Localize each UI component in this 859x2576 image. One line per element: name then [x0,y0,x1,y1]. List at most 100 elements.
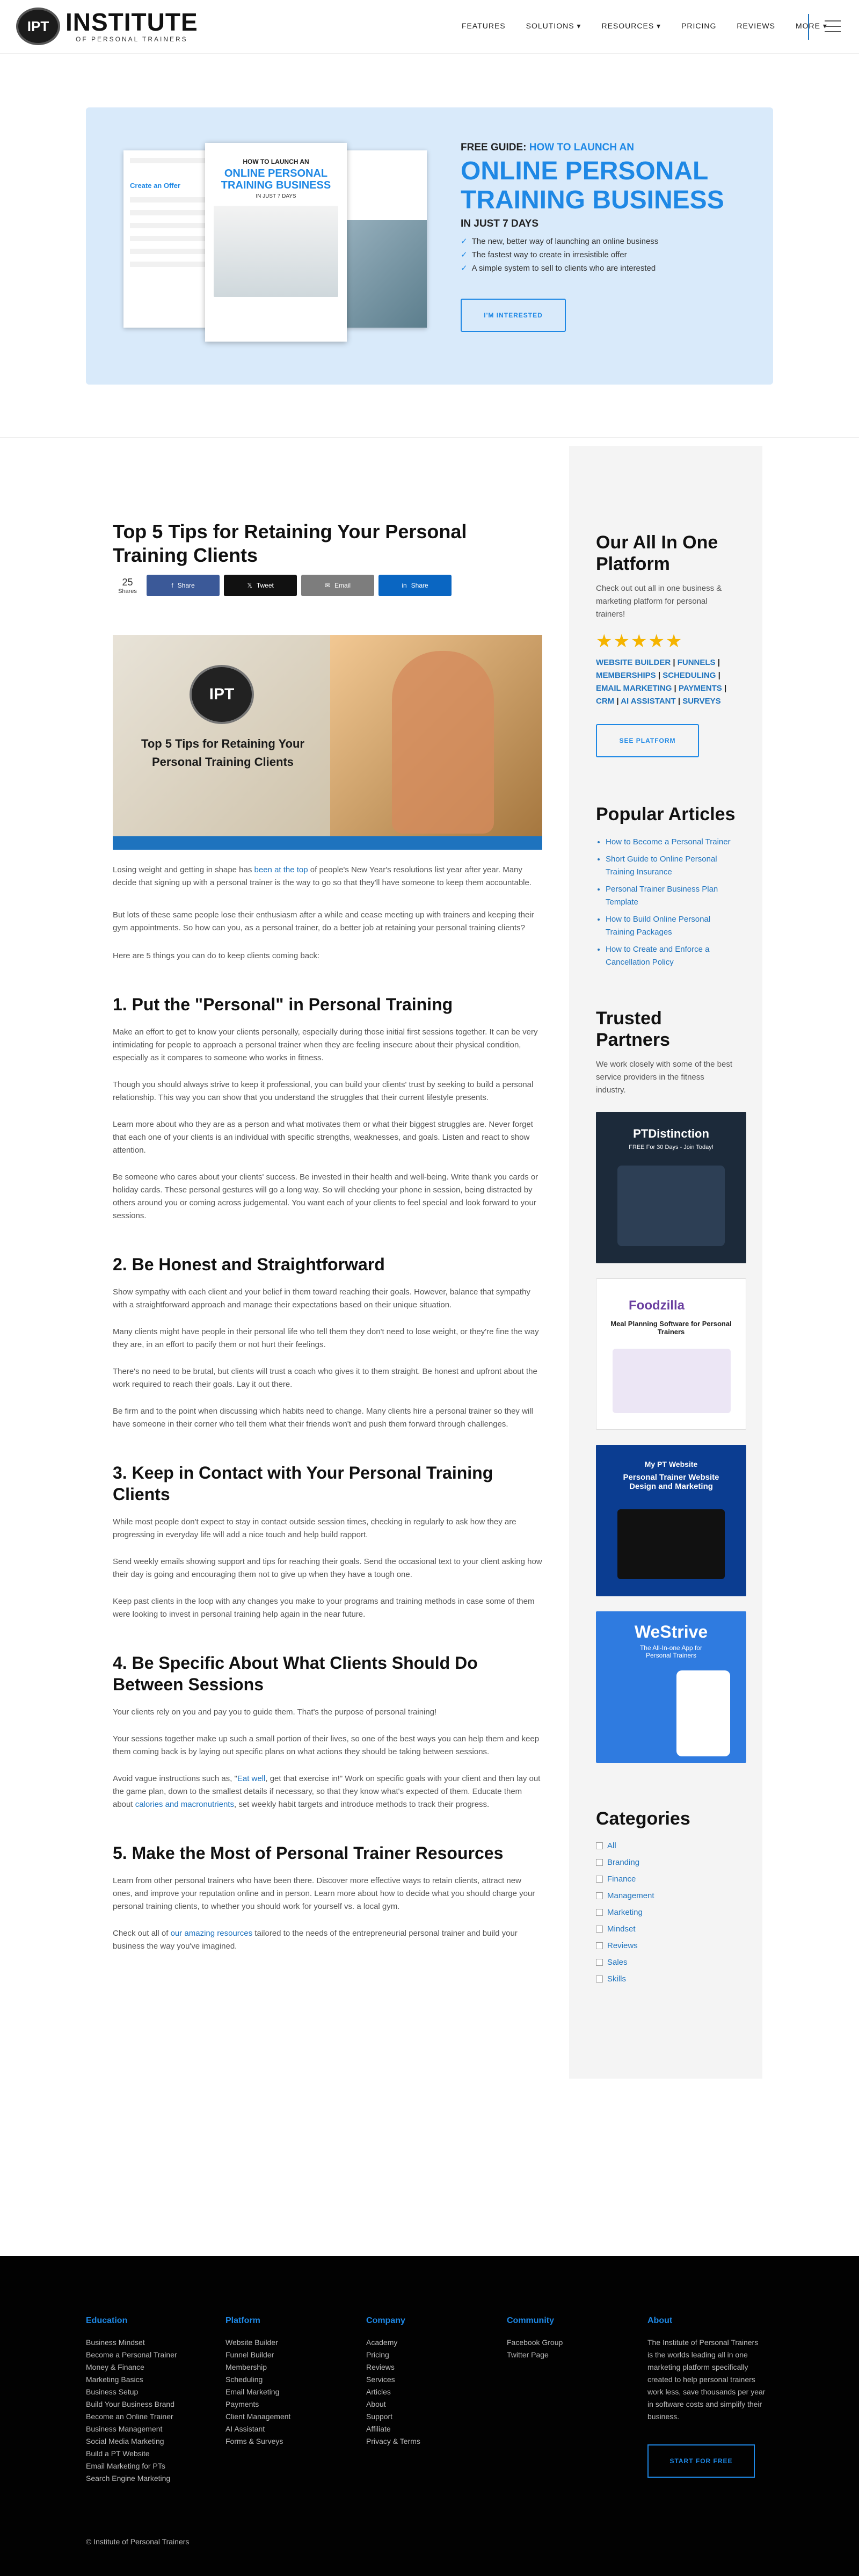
footer-link[interactable]: Become an Online Trainer [86,2411,193,2423]
my-pt-website-ad[interactable]: My PT Website Personal Trainer Website D… [596,1445,746,1596]
eat-well-link[interactable]: Eat well [237,1774,266,1783]
scheduling-link[interactable]: SCHEDULING [663,671,716,680]
footer-link[interactable]: About [366,2398,474,2411]
footer-link[interactable]: Marketing Basics [86,2374,193,2386]
section-heading: 5. Make the Most of Personal Trainer Res… [113,1843,504,1863]
ai-assistant-link[interactable]: AI ASSISTANT [621,697,676,706]
footer-link[interactable]: Website Builder [225,2336,333,2349]
app-screenshot [613,1349,731,1413]
mock-cover-image [214,206,338,297]
linkedin-icon: in [402,582,407,589]
nav-pricing[interactable]: PRICING [681,21,716,31]
footer-link[interactable]: Search Engine Marketing [86,2472,193,2485]
email-share-button[interactable]: ✉ Email [301,575,374,596]
nav-resources[interactable]: RESOURCES ▾ [601,21,661,31]
memberships-link[interactable]: MEMBERSHIPS [596,671,656,680]
ipt-logo-badge: IPT [190,665,254,724]
footer-link[interactable]: Build Your Business Brand [86,2398,193,2411]
crm-link[interactable]: CRM [596,697,614,706]
nav-more[interactable]: MORE ▾ [796,21,827,31]
category-all[interactable]: All [596,1841,736,1850]
category-mindset[interactable]: Mindset [596,1924,736,1934]
im-interested-button[interactable]: I'M INTERESTED [461,299,566,332]
popular-article-link[interactable]: Short Guide to Online Personal Training … [606,853,736,879]
foodzilla-ad[interactable]: Foodzilla Meal Planning Software for Per… [596,1278,746,1430]
start-for-free-button[interactable]: START FOR FREE [647,2444,755,2478]
been-at-top-link[interactable]: been at the top [254,865,308,874]
footer-link[interactable]: Email Marketing [225,2386,333,2398]
footer-link[interactable]: Business Setup [86,2386,193,2398]
footer-link[interactable]: Payments [225,2398,333,2411]
hero-bullet: ✓ A simple system to sell to clients who … [461,264,656,273]
section-paragraph: While most people don't expect to stay i… [113,1517,516,1539]
hero-kicker: FREE GUIDE: HOW TO LAUNCH AN [461,142,634,153]
footer-link[interactable]: Pricing [366,2349,474,2361]
surveys-link[interactable]: SURVEYS [682,697,720,706]
popular-article-link[interactable]: Personal Trainer Business Plan Template [606,883,736,909]
footer-platform-column: Platform Website Builder Funnel Builder Me… [225,2316,333,2448]
category-sales[interactable]: Sales [596,1958,736,1967]
category-skills[interactable]: Skills [596,1974,736,1984]
footer-link[interactable]: Funnel Builder [225,2349,333,2361]
section-paragraph: Show sympathy with each client and your … [113,1287,530,1309]
nav-reviews[interactable]: REVIEWS [737,21,775,31]
footer-link[interactable]: Services [366,2374,474,2386]
funnels-link[interactable]: FUNNELS [678,658,716,667]
westrive-ad[interactable]: WeStrive The All-In-one App for Personal… [596,1611,746,1763]
footer-link[interactable]: Articles [366,2386,474,2398]
popular-article-link[interactable]: How to Build Online Personal Training Pa… [606,913,736,939]
hamburger-menu-icon[interactable] [825,20,841,32]
section-heading: 3. Keep in Contact with Your Personal Tr… [113,1463,493,1504]
popular-articles-title: Popular Articles [596,804,736,824]
email-marketing-link[interactable]: EMAIL MARKETING [596,684,672,693]
category-marketing[interactable]: Marketing [596,1908,736,1917]
trusted-partners-text: We work closely with some of the best se… [596,1060,732,1095]
footer-link[interactable]: Build a PT Website [86,2448,193,2460]
hero-kicker-link[interactable]: HOW TO LAUNCH AN [529,142,634,153]
footer-link[interactable]: Affiliate [366,2423,474,2435]
footer-link[interactable]: Email Marketing for PTs [86,2460,193,2472]
linkedin-share-button[interactable]: in Share [378,575,452,596]
footer-link[interactable]: Twitter Page [507,2349,614,2361]
website-builder-link[interactable]: WEBSITE BUILDER [596,658,671,667]
free-guide-banner: Create an Offer HOW TO LAUNCH AN ONLINE … [86,107,773,385]
categories-title: Categories [596,1808,690,1829]
footer-link[interactable]: Client Management [225,2411,333,2423]
site-logo[interactable]: IPT INSTITUTE OF PERSONAL TRAINERS [16,8,198,45]
popular-articles-list: How to Become a Personal Trainer Short G… [596,836,736,969]
section-paragraph: Learn from other personal trainers who h… [113,1876,535,1911]
footer-link[interactable]: Business Management [86,2423,193,2435]
nav-features[interactable]: FEATURES [462,21,506,31]
twitter-tweet-button[interactable]: 𝕏 Tweet [224,575,297,596]
facebook-share-button[interactable]: f Share [147,575,220,596]
footer-link[interactable]: Scheduling [225,2374,333,2386]
footer-link[interactable]: AI Assistant [225,2423,333,2435]
hero-title: ONLINE PERSONAL TRAINING BUSINESS [461,157,724,214]
nav-solutions[interactable]: SOLUTIONS ▾ [526,21,581,31]
copyright: © Institute of Personal Trainers [86,2537,190,2546]
category-branding[interactable]: Branding [596,1858,736,1867]
footer-link[interactable]: Become a Personal Trainer [86,2349,193,2361]
footer-link[interactable]: Facebook Group [507,2336,614,2349]
payments-link[interactable]: PAYMENTS [679,684,722,693]
category-management[interactable]: Management [596,1891,736,1900]
see-platform-button[interactable]: SEE PLATFORM [596,724,699,757]
footer-link[interactable]: Social Media Marketing [86,2435,193,2448]
category-finance[interactable]: Finance [596,1875,736,1884]
footer-link[interactable]: Academy [366,2336,474,2349]
x-icon: 𝕏 [247,582,252,589]
footer-link[interactable]: Business Mindset [86,2336,193,2349]
footer-link[interactable]: Money & Finance [86,2361,193,2374]
section-paragraph: Keep past clients in the loop with any c… [113,1597,535,1619]
resources-link[interactable]: our amazing resources [171,1929,253,1938]
footer-link[interactable]: Forms & Surveys [225,2435,333,2448]
calories-macronutrients-link[interactable]: calories and macronutrients [135,1800,234,1809]
ptdistinction-ad[interactable]: PTDistinction FREE For 30 Days - Join To… [596,1112,746,1263]
footer-link[interactable]: Reviews [366,2361,474,2374]
popular-article-link[interactable]: How to Create and Enforce a Cancellation… [606,943,736,969]
category-reviews[interactable]: Reviews [596,1941,736,1950]
footer-link[interactable]: Privacy & Terms [366,2435,474,2448]
popular-article-link[interactable]: How to Become a Personal Trainer [606,836,736,849]
footer-link[interactable]: Membership [225,2361,333,2374]
footer-link[interactable]: Support [366,2411,474,2423]
